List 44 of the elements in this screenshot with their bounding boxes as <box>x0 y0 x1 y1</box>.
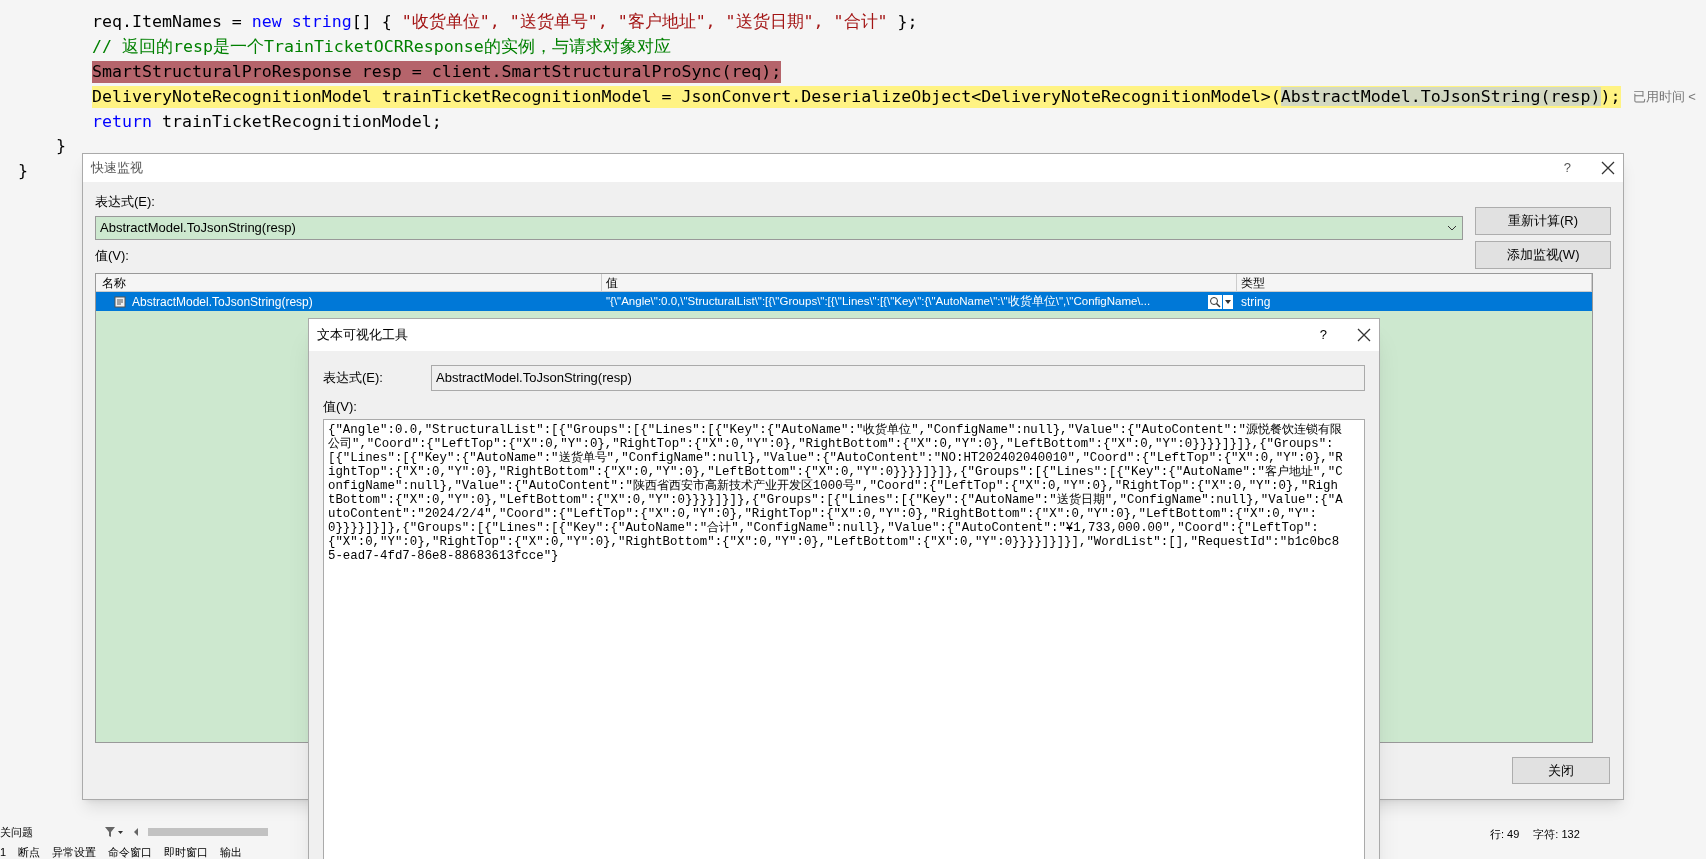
code-brace: } <box>56 135 66 158</box>
watch-row[interactable]: AbstractModel.ToJsonString(resp) "{\"Angle\":0.0,\"StructuralList\":[{\"Groups\":[{\"Lines\":[{\"Key\":{\"AutoName\":\"收货单位\",\"ConfigName\... string <box>96 292 1592 311</box>
close-icon[interactable] <box>1357 328 1371 342</box>
cursor-position: 行: 49 <box>1490 827 1520 842</box>
scroll-left-icon[interactable] <box>132 827 140 838</box>
expression-combobox[interactable]: AbstractModel.ToJsonString(resp) <box>95 215 1463 240</box>
column-header[interactable]: 值 <box>602 274 1237 291</box>
search-icon[interactable] <box>1208 294 1222 309</box>
value-label: 值(V): <box>95 246 130 265</box>
code-line: req.ItemNames = new string[] { "收货单位", "送货单号", "客户地址", "送货日期", "合计" }; <box>92 10 918 33</box>
close-button[interactable]: 关闭 <box>1512 757 1610 784</box>
help-button[interactable]: ? <box>1319 325 1327 345</box>
tool-window-tab[interactable]: 即时窗口 <box>164 845 209 859</box>
watch-type: string <box>1240 293 1272 311</box>
cursor-position: 字符: 132 <box>1533 827 1580 842</box>
expression-label: 表达式(E): <box>95 193 156 211</box>
watch-value: "{\"Angle\":0.0,\"StructuralList\":[{\"Groups\":[{\"Lines\":[{\"Key\":{\"AutoName\":\"收货单位\",\"ConfigName\... <box>606 293 1152 309</box>
value-text-area[interactable] <box>323 418 1365 859</box>
help-button[interactable]: ? <box>1563 158 1571 178</box>
close-icon[interactable] <box>1601 161 1615 175</box>
panel-title: 关问题 <box>0 825 34 840</box>
dialog-button[interactable]: 重新计算(R) <box>1475 207 1611 235</box>
code-brace: } <box>18 160 28 183</box>
tool-window-tab[interactable]: 1 <box>0 845 7 859</box>
watch-name: AbstractModel.ToJsonString(resp) <box>132 293 313 311</box>
code-line: return trainTicketRecognitionModel; <box>92 110 442 133</box>
tool-window-tab[interactable]: 输出 <box>220 845 243 859</box>
horizontal-scrollbar[interactable] <box>148 828 268 837</box>
dialog-button[interactable]: 添加监视(W) <box>1475 241 1611 269</box>
elapsed-time-hint: 已用时间 < <box>1632 87 1696 106</box>
json-text: {"Angle":0.0,"StructuralList":[{"Groups":[{"Lines":[{"Key":{"AutoName":"收货单位","ConfigName":null},"Value":{"AutoContent":"源悦餐饮连锁有限公司","Coord":{"LeftTop":{"X":0,"Y":0},"RightTop":{"X":0,"Y":0},"RightBottom":{"X":0,"Y":0},"LeftBottom":{"X":0,"Y":0}}}}]}]},{"Groups":[{"Lines":[{"Key":{"AutoName":"送货单号","ConfigName":null},"Value":{"AutoContent":"NO:HT202402040010","Coord":{"LeftTop":{"X":0,"Y":0},"RightTop":{"X":0,"Y":0},"RightBottom":{"X":0,"Y":0},"LeftBottom":{"X":0,"Y":0}}}}]}]},{"Groups":[{"Lines":[{"Key":{"AutoName":"客户地址","ConfigName":null},"Value":{"AutoContent":"陕西省西安市高新技术产业开发区1000号","Coord":{"LeftTop":{"X":0,"Y":0},"RightTop":{"X":0,"Y":0},"RightBottom":{"X":0,"Y":0},"LeftBottom":{"X":0,"Y":0}}}}]}]},{"Groups":[{"Lines":[{"Key":{"AutoName":"送货日期","ConfigName":null},"Value":{"AutoContent":"2024/2/4","Coord":{"LeftTop":{"X":0,"Y":0},"RightTop":{"X":0,"Y":0},"RightBottom":{"X":0,"Y":0},"LeftBottom":{"X":0,"Y":0}}}}]}]},{"Groups":[{"Lines":[{"Key":{"AutoName":"合计","ConfigName":null},"Value":{"AutoContent":"¥1,733,000.00","Coord":{"LeftTop":{"X":0,"Y":0},"RightTop":{"X":0,"Y":0},"RightBottom":{"X":0,"Y":0},"LeftBottom":{"X":0,"Y":0}}}}]}]}],"WordList":[],"RequestId":"b1c0bc85-ead7-4fd7-86e8-88683613fcce"} <box>327 421 1344 565</box>
tool-window-tab[interactable]: 命令窗口 <box>108 845 153 859</box>
tool-window-tab[interactable]: 断点 <box>18 845 41 859</box>
filter-icon[interactable] <box>104 826 124 839</box>
value-label: 值(V): <box>322 398 358 416</box>
dialog-title: 文本可视化工具 <box>317 326 409 345</box>
dialog-title: 快速监视 <box>91 159 144 178</box>
expression-label: 表达式(E): <box>323 369 384 388</box>
column-header[interactable]: 类型 <box>1237 274 1592 291</box>
column-header[interactable]: 名称 <box>96 274 602 291</box>
tool-window-tab[interactable]: 异常设置 <box>52 845 97 859</box>
object-icon <box>114 295 126 308</box>
expression-field[interactable]: AbstractModel.ToJsonString(resp) <box>431 365 1365 391</box>
code-line: // 返回的resp是一个TrainTicketOCRResponse的实例，与请求对象对应 <box>92 35 671 58</box>
